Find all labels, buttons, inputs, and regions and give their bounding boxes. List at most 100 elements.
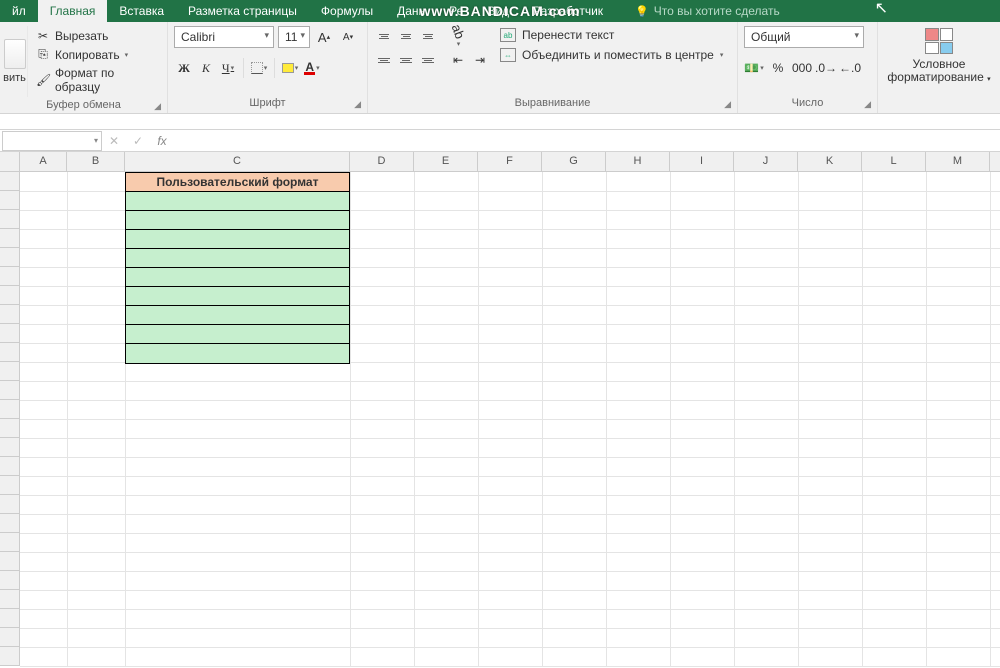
data-table-row[interactable] [126,325,349,344]
format-painter-button[interactable]: 🖌 Формат по образцу [34,65,159,95]
row-header[interactable] [0,419,19,438]
data-table-row[interactable] [126,268,349,287]
align-right-button[interactable] [418,50,438,70]
data-table-row[interactable] [126,287,349,306]
data-table-header[interactable]: Пользовательский формат [126,173,349,192]
tab-pagelayout[interactable]: Разметка страницы [176,0,309,22]
merge-center-button[interactable]: ⇔ Объединить и поместить в центре ▾ [500,48,723,62]
align-middle-button[interactable] [396,26,416,46]
row-header[interactable] [0,476,19,495]
row-header[interactable] [0,590,19,609]
dialog-launcher-icon[interactable]: ◢ [864,99,871,110]
column-header[interactable]: H [606,152,670,171]
row-header[interactable] [0,609,19,628]
tell-me-search[interactable]: 💡 Что вы хотите сделать [635,4,780,18]
grow-font-button[interactable]: A▴ [314,27,334,47]
row-header[interactable] [0,324,19,343]
column-header[interactable]: F [478,152,542,171]
bold-button[interactable]: Ж [174,58,194,78]
column-header[interactable]: E [414,152,478,171]
row-header[interactable] [0,210,19,229]
font-color-button[interactable]: А [302,58,322,78]
cells-area[interactable]: Пользовательский формат [20,172,1000,666]
comma-style-button[interactable]: 000 [792,58,812,78]
tab-home[interactable]: Главная [38,0,108,22]
font-size-combo[interactable]: 11 [278,26,310,48]
fill-color-button[interactable] [280,58,300,78]
column-header[interactable]: G [542,152,606,171]
data-table-row[interactable] [126,344,349,363]
number-format-combo[interactable]: Общий [744,26,864,48]
row-header[interactable] [0,248,19,267]
column-header[interactable]: A [20,152,67,171]
row-header[interactable] [0,457,19,476]
row-header[interactable] [0,229,19,248]
column-header[interactable]: B [67,152,125,171]
conditional-formatting-button[interactable]: Условное форматирование ▾ [884,26,994,107]
decrease-indent-button[interactable]: ⇤ [448,50,468,70]
column-header[interactable]: M [926,152,990,171]
row-header[interactable] [0,381,19,400]
data-table-row[interactable] [126,249,349,268]
row-header[interactable] [0,628,19,647]
align-left-button[interactable] [374,50,394,70]
column-header[interactable]: K [798,152,862,171]
accounting-format-button[interactable]: 💵 [744,58,764,78]
column-header[interactable]: D [350,152,414,171]
tab-insert[interactable]: Вставка [107,0,176,22]
group-styles: Условное форматирование ▾ [878,22,1000,113]
dialog-launcher-icon[interactable]: ◢ [724,99,731,110]
shrink-font-button[interactable]: A▾ [338,27,358,47]
increase-indent-button[interactable]: ⇥ [470,50,490,70]
font-name-combo[interactable]: Calibri [174,26,274,48]
row-header[interactable] [0,400,19,419]
row-header[interactable] [0,305,19,324]
cut-button[interactable]: ✂ Вырезать [34,28,159,44]
select-all-corner[interactable] [0,152,20,171]
row-header[interactable] [0,191,19,210]
row-header[interactable] [0,495,19,514]
column-header[interactable]: C [125,152,350,171]
italic-button[interactable]: К [196,58,216,78]
name-box[interactable] [2,131,102,151]
align-bottom-button[interactable] [418,26,438,46]
row-header[interactable] [0,514,19,533]
row-header[interactable] [0,267,19,286]
data-table[interactable]: Пользовательский формат [125,172,350,364]
paste-button[interactable]: вить [6,26,28,97]
data-table-row[interactable] [126,192,349,211]
column-header[interactable]: I [670,152,734,171]
underline-button[interactable]: Ч [218,58,238,78]
row-header[interactable] [0,362,19,381]
dialog-launcher-icon[interactable]: ◢ [354,99,361,110]
tab-file[interactable]: йл [0,0,38,22]
data-table-row[interactable] [126,230,349,249]
row-header[interactable] [0,552,19,571]
row-header[interactable] [0,343,19,362]
column-header[interactable]: J [734,152,798,171]
formula-input[interactable] [174,131,1000,151]
dialog-launcher-icon[interactable]: ◢ [154,101,161,112]
data-table-row[interactable] [126,306,349,325]
cancel-formula-button[interactable]: ✕ [102,134,126,148]
align-top-button[interactable] [374,26,394,46]
align-center-button[interactable] [396,50,416,70]
enter-formula-button[interactable]: ✓ [126,134,150,148]
tab-formulas[interactable]: Формулы [309,0,385,22]
data-table-row[interactable] [126,211,349,230]
copy-button[interactable]: ⎘ Копировать ▾ [34,46,159,63]
row-header[interactable] [0,438,19,457]
row-header[interactable] [0,286,19,305]
column-header[interactable]: L [862,152,926,171]
row-header[interactable] [0,571,19,590]
wrap-text-button[interactable]: ab Перенести текст [500,28,723,42]
row-header[interactable] [0,647,19,666]
orientation-button[interactable]: ab [448,26,468,46]
borders-button[interactable] [249,58,269,78]
increase-decimal-button[interactable]: .0→ [816,58,836,78]
row-header[interactable] [0,533,19,552]
decrease-decimal-button[interactable]: ←.0 [840,58,860,78]
row-header[interactable] [0,172,19,191]
insert-function-button[interactable]: fx [150,134,174,148]
percent-button[interactable]: % [768,58,788,78]
